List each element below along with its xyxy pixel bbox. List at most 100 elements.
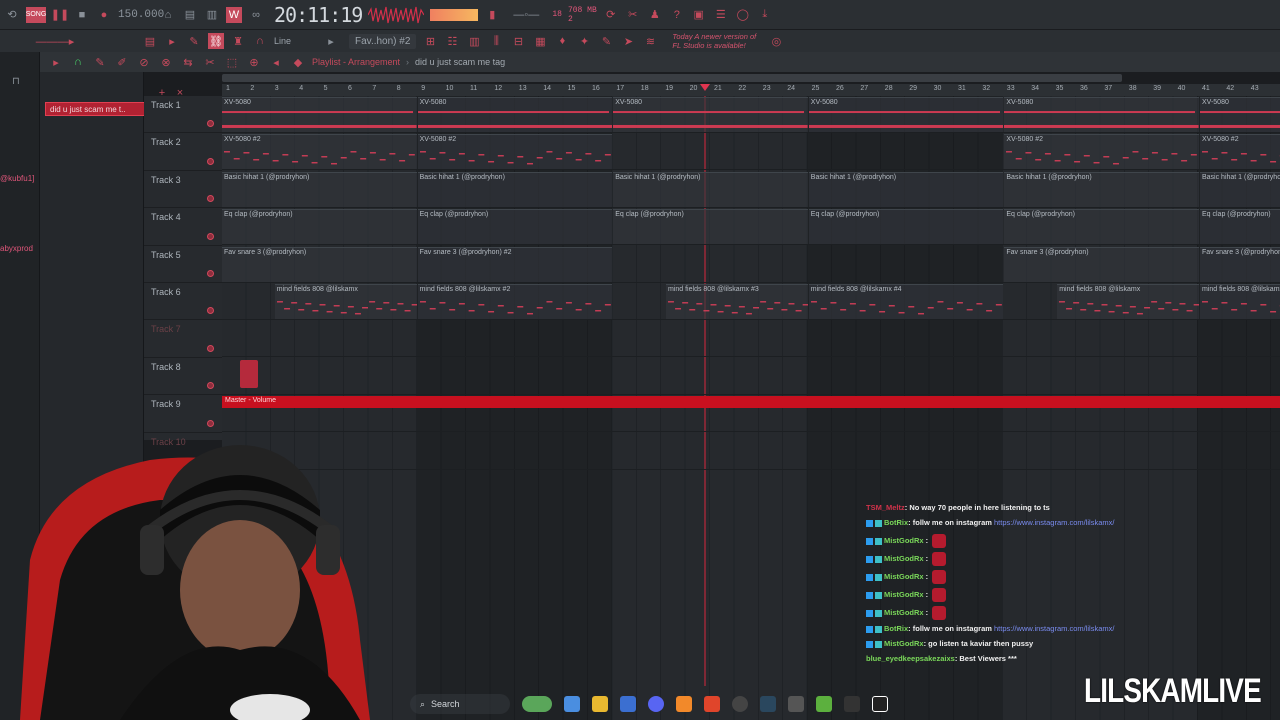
pattern-clip[interactable]: Eq clap (@prodryhon) bbox=[1004, 209, 1199, 245]
pattern-clip[interactable]: XV-5080 #2 bbox=[222, 134, 417, 170]
add-pattern-icon[interactable]: ⊞ bbox=[422, 33, 438, 49]
track-header[interactable]: Track 5 bbox=[144, 246, 222, 283]
draw-tool-icon[interactable]: ✎ bbox=[92, 54, 108, 70]
globe-icon[interactable]: ◎ bbox=[768, 33, 784, 49]
chat-link[interactable]: https://www.instagram.com/lilskamx/ bbox=[994, 518, 1114, 527]
track-enable-led[interactable] bbox=[207, 120, 214, 128]
pattern-clip[interactable]: Fav snare 3 (@prodryhon bbox=[1200, 246, 1280, 282]
track-header[interactable]: Track 1 bbox=[144, 96, 222, 134]
track-header[interactable]: Track 7 bbox=[144, 320, 222, 358]
piano-roll-icon[interactable]: ⊟ bbox=[510, 33, 526, 49]
pattern-clip[interactable]: XV-5080 #2 bbox=[1004, 134, 1199, 170]
mute-tool-icon[interactable]: ⊗ bbox=[158, 54, 174, 70]
pattern-clip[interactable]: Eq clap (@prodryhon) bbox=[1200, 209, 1280, 245]
pattern-clip[interactable]: XV-5080 bbox=[613, 97, 808, 132]
news-banner[interactable]: Today A newer version of FL Studio is av… bbox=[672, 32, 762, 50]
link-icon[interactable]: ⛓ bbox=[208, 33, 224, 49]
tempo-display[interactable]: 150.000 bbox=[118, 9, 164, 21]
plugin-icon[interactable]: ♦ bbox=[554, 33, 570, 49]
recorder-icon[interactable]: ≋ bbox=[642, 33, 658, 49]
pattern-clip[interactable]: XV-5080 bbox=[222, 97, 417, 132]
cloud-icon[interactable]: ☰ bbox=[713, 7, 729, 23]
track-enable-led[interactable] bbox=[207, 232, 214, 240]
arrow-icon[interactable]: ▸ bbox=[48, 54, 64, 70]
track-enable-led[interactable] bbox=[207, 195, 214, 203]
app-icon[interactable] bbox=[788, 696, 804, 712]
playlist-icon[interactable]: ▤ bbox=[142, 33, 158, 49]
pin-icon[interactable]: ⊓ bbox=[12, 76, 20, 87]
pattern-clip[interactable]: XV-5080 bbox=[417, 97, 613, 132]
steam-icon[interactable] bbox=[760, 696, 776, 712]
chat-link[interactable]: https://www.instagram.com/lilskamx/ bbox=[994, 624, 1114, 633]
pattern-clip[interactable]: Basic hihat 1 (@prodryhon) bbox=[1200, 171, 1280, 207]
wrench-icon[interactable]: ✎ bbox=[598, 33, 614, 49]
playhead-marker[interactable] bbox=[700, 84, 710, 91]
slice-tool-icon[interactable]: ✂ bbox=[202, 54, 218, 70]
pattern-clip[interactable]: Basic hihat 1 (@prodryhon) bbox=[1004, 171, 1199, 207]
horizontal-scrollbar[interactable] bbox=[222, 74, 1122, 82]
fl-studio-taskbar-icon[interactable] bbox=[676, 696, 692, 712]
browser-icon[interactable]: ▦ bbox=[532, 33, 548, 49]
send-icon[interactable]: ➤ bbox=[620, 33, 636, 49]
pattern-clip[interactable]: Fav snare 3 (@prodryhon) bbox=[1004, 246, 1199, 282]
pause-button[interactable]: ❚❚ bbox=[51, 7, 69, 23]
file-explorer-icon[interactable] bbox=[592, 696, 608, 712]
snap-selector[interactable]: Line bbox=[274, 36, 291, 46]
help-icon[interactable]: ? bbox=[669, 7, 685, 23]
arrangement-name[interactable]: did u just scam me tag bbox=[415, 57, 505, 67]
arrow-icon[interactable]: ▸ bbox=[323, 33, 339, 49]
save-icon[interactable]: ▣ bbox=[691, 7, 707, 23]
pattern-clip[interactable]: mind fields 808 @lilskamx #2 bbox=[417, 284, 613, 319]
stop-button[interactable]: ■ bbox=[74, 7, 90, 23]
master-volume-clip[interactable]: Master - Volume bbox=[222, 396, 1280, 409]
mic-icon[interactable]: ♟ bbox=[647, 7, 663, 23]
pattern-clip[interactable]: Basic hihat 1 (@prodryhon) bbox=[613, 171, 808, 207]
track-enable-led[interactable] bbox=[207, 382, 214, 390]
download-icon[interactable]: ⤓ bbox=[757, 7, 773, 23]
master-volume-icon[interactable]: ▮ bbox=[484, 7, 500, 23]
timeline-ruler[interactable]: 1 2 3 4 5 6 7 8 9 10 11 12 13 14 15 16 17 18 19 20 21 22 23 24 2… bbox=[222, 84, 1280, 96]
maps-icon[interactable] bbox=[816, 696, 832, 712]
magnet-icon[interactable]: ∩ bbox=[252, 33, 268, 49]
slip-tool-icon[interactable]: ⇆ bbox=[180, 54, 196, 70]
pattern-clip[interactable]: mind fields 808 @lilskamx #3 bbox=[666, 284, 808, 319]
pattern-clip[interactable]: Fav snare 3 (@prodryhon) bbox=[222, 246, 417, 282]
countdown-icon[interactable]: ▥ bbox=[204, 7, 220, 23]
pattern-clip[interactable]: XV-5080 bbox=[1200, 97, 1280, 132]
brave-icon[interactable] bbox=[704, 696, 720, 712]
pattern-clip[interactable]: Eq clap (@prodryhon) bbox=[613, 209, 808, 245]
zoom-tool-icon[interactable]: ⊕ bbox=[246, 54, 262, 70]
4k-icon[interactable] bbox=[844, 696, 860, 712]
playback-tool-icon[interactable]: ◂ bbox=[268, 54, 284, 70]
undo-icon[interactable]: ⟳ bbox=[603, 7, 619, 23]
track-header[interactable]: Track 6 bbox=[144, 283, 222, 321]
paint-tool-icon[interactable]: ✐ bbox=[114, 54, 130, 70]
obs-icon[interactable] bbox=[732, 696, 748, 712]
track-enable-led[interactable] bbox=[207, 269, 214, 277]
track-header[interactable]: Track 2 bbox=[144, 133, 222, 171]
pattern-clip[interactable]: Eq clap (@prodryhon) bbox=[222, 209, 417, 245]
pattern-clip[interactable]: XV-5080 bbox=[808, 97, 1004, 132]
next-icon[interactable]: ▸ bbox=[164, 33, 180, 49]
track-header[interactable]: Track 8 bbox=[144, 358, 222, 396]
discord-icon[interactable] bbox=[648, 696, 664, 712]
cut-icon[interactable]: ✂ bbox=[625, 7, 641, 23]
pattern-clip[interactable]: mind fields 808 @lilskamx #4 bbox=[808, 284, 1004, 319]
metronome-icon[interactable]: ⌂ bbox=[160, 7, 176, 23]
pattern-clip[interactable]: XV-5080 bbox=[1004, 97, 1199, 132]
pattern-clip[interactable]: Basic hihat 1 (@prodryhon) bbox=[808, 171, 1004, 207]
pattern-clip[interactable]: Basic hihat 1 (@prodryhon) bbox=[417, 171, 613, 207]
wait-icon[interactable]: ▤ bbox=[182, 7, 198, 23]
pattern-clip[interactable]: Eq clap (@prodryhon) bbox=[417, 209, 613, 245]
pattern-clip[interactable]: Basic hihat 1 (@prodryhon) bbox=[222, 171, 417, 207]
record-button[interactable]: ● bbox=[96, 7, 112, 23]
refresh-icon[interactable]: ⟲ bbox=[4, 7, 20, 23]
delete-tool-icon[interactable]: ⊘ bbox=[136, 54, 152, 70]
pattern-clip[interactable]: Fav snare 3 (@prodryhon) #2 bbox=[417, 246, 613, 282]
track-enable-led[interactable] bbox=[207, 157, 214, 165]
track-lane[interactable] bbox=[222, 320, 1280, 358]
chat-icon[interactable]: ◯ bbox=[735, 7, 751, 23]
tools-icon[interactable]: ✦ bbox=[576, 33, 592, 49]
song-mode-icon[interactable]: SONG bbox=[26, 6, 46, 23]
pattern-clip[interactable]: XV-5080 #2 bbox=[417, 134, 613, 170]
